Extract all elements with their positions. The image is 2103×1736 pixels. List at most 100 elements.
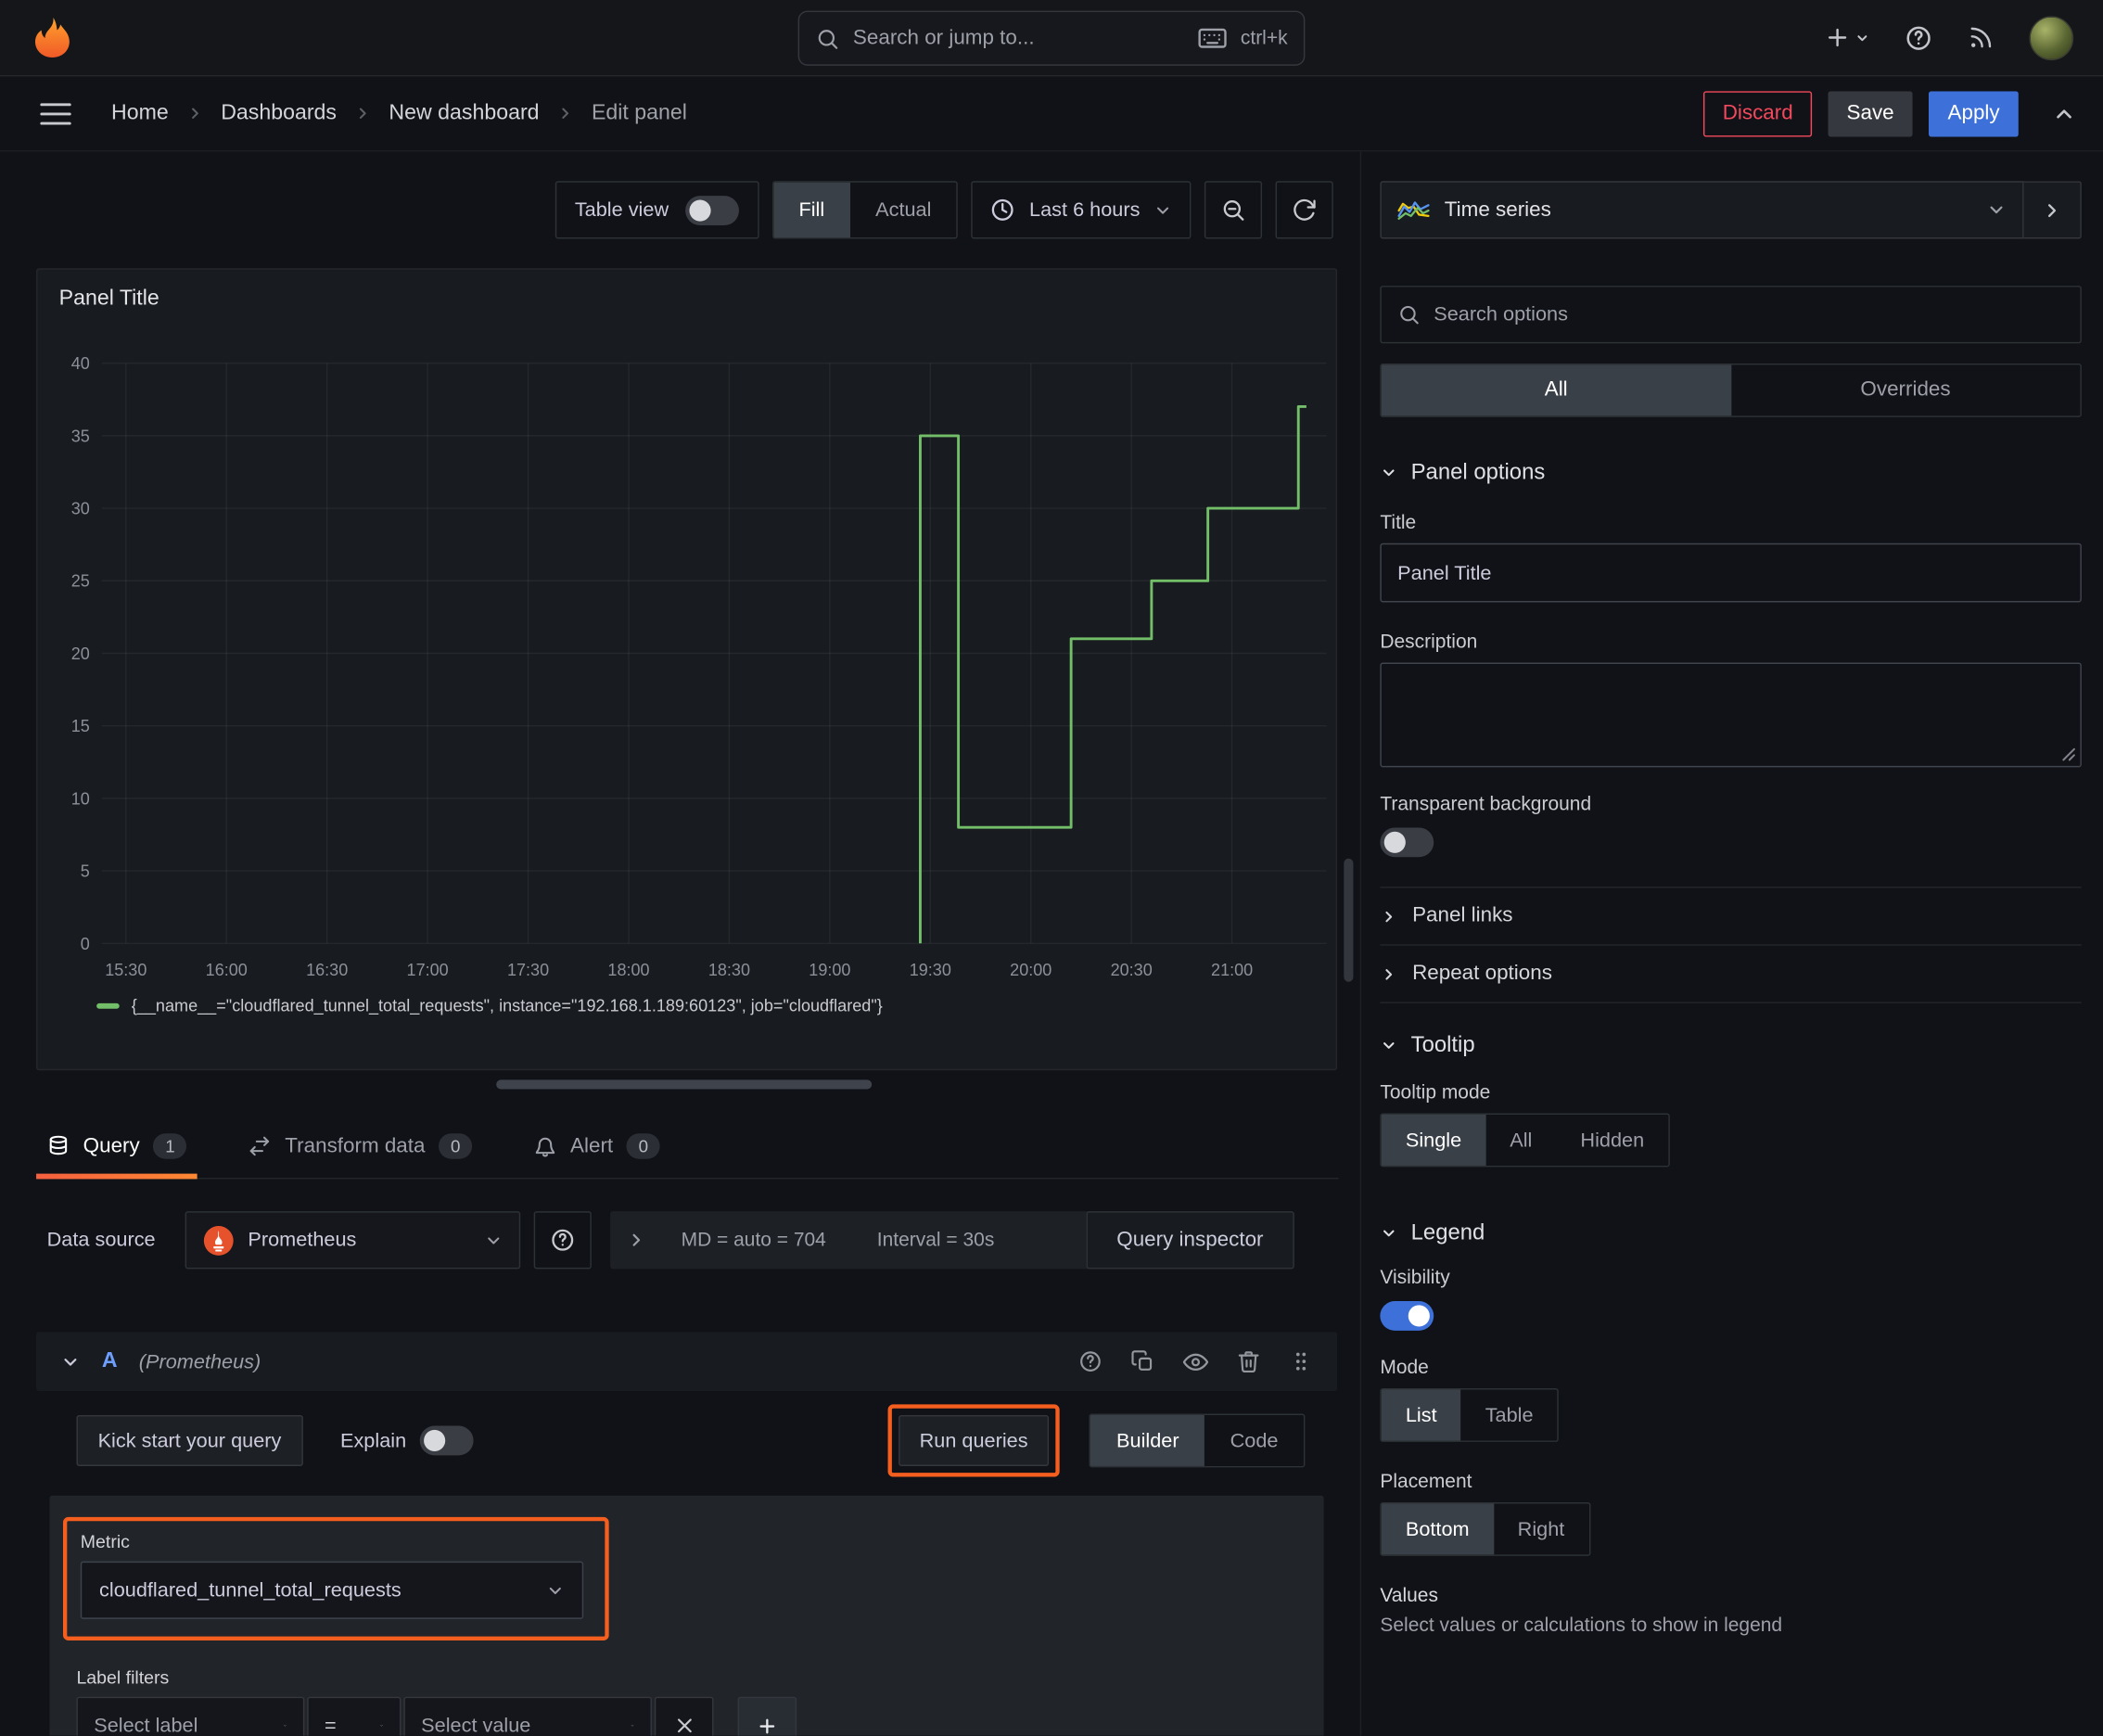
query-builder-editor: Metric cloudflared_tunnel_total_requests… (49, 1495, 1324, 1736)
discard-button[interactable]: Discard (1703, 90, 1812, 136)
zoom-out-button[interactable] (1204, 181, 1263, 239)
panel-title-input[interactable] (1380, 542, 2082, 603)
query-inspector-button[interactable]: Query inspector (1085, 1211, 1294, 1270)
options-search-input[interactable] (1434, 302, 2065, 326)
refresh-icon (1294, 198, 1316, 221)
tab-alert[interactable]: Alert 0 (523, 1115, 670, 1178)
legend-mode-list[interactable]: List (1381, 1389, 1461, 1441)
global-search-input[interactable] (852, 26, 1185, 51)
fill-actual-switch: Fill Actual (771, 181, 959, 239)
code-option[interactable]: Code (1204, 1415, 1304, 1466)
save-button[interactable]: Save (1828, 90, 1913, 136)
svg-text:5: 5 (81, 862, 90, 881)
breadcrumb-home[interactable]: Home (111, 101, 169, 125)
select-label-dropdown[interactable]: Select label (76, 1696, 305, 1736)
duplicate-icon[interactable] (1130, 1349, 1154, 1373)
fill-option[interactable]: Fill (772, 182, 850, 238)
new-menu-button[interactable] (1824, 24, 1869, 51)
breadcrumb-edit-panel: Edit panel (591, 101, 687, 124)
actual-option[interactable]: Actual (850, 183, 957, 237)
vertical-scrollbar[interactable] (1344, 858, 1354, 982)
options-search[interactable] (1380, 286, 2082, 344)
select-value-dropdown[interactable]: Select value (403, 1696, 652, 1736)
menu-toggle-icon[interactable] (40, 102, 71, 124)
visualization-picker[interactable]: Time series (1380, 181, 2024, 239)
panel-links-section[interactable]: Panel links (1380, 888, 2081, 945)
time-range-picker[interactable]: Last 6 hours (971, 181, 1192, 239)
legend-visibility-toggle[interactable] (1380, 1301, 1434, 1331)
transform-icon (250, 1136, 270, 1156)
drag-handle-icon[interactable] (1289, 1349, 1313, 1373)
placement-right[interactable]: Right (1494, 1503, 1589, 1554)
tab-overrides[interactable]: Overrides (1731, 364, 2081, 415)
tab-all[interactable]: All (1381, 364, 1731, 416)
legend-placement-group: Bottom Right (1380, 1502, 1590, 1556)
transparent-background-label: Transparent background (1380, 794, 1592, 816)
chevron-down-icon (1990, 206, 2003, 214)
placement-bottom[interactable]: Bottom (1381, 1503, 1494, 1555)
horizontal-scrollbar[interactable] (496, 1079, 873, 1090)
svg-text:16:00: 16:00 (206, 961, 248, 979)
tooltip-mode-single[interactable]: Single (1381, 1114, 1486, 1166)
legend-series-name[interactable]: {__name__="cloudflared_tunnel_total_requ… (132, 997, 883, 1015)
user-avatar[interactable] (2029, 15, 2074, 60)
datasource-name: Prometheus (248, 1228, 357, 1252)
repeat-options-label: Repeat options (1412, 962, 1552, 985)
global-search[interactable]: ctrl+k (797, 10, 1306, 66)
refresh-button[interactable] (1275, 181, 1333, 239)
explain-toggle[interactable] (419, 1425, 474, 1456)
builder-code-switch: Builder Code (1090, 1413, 1306, 1468)
panel-options-header[interactable]: Panel options (1380, 460, 2081, 485)
svg-text:15:30: 15:30 (105, 961, 147, 979)
svg-text:21:00: 21:00 (1211, 961, 1253, 979)
kick-start-query-button[interactable]: Kick start your query (76, 1414, 303, 1466)
metric-label: Metric (80, 1531, 130, 1552)
tooltip-mode-group: Single All Hidden (1380, 1113, 1670, 1168)
table-view-toggle[interactable] (684, 195, 739, 225)
eye-icon[interactable] (1182, 1348, 1209, 1373)
tooltip-mode-all[interactable]: All (1485, 1115, 1556, 1166)
news-icon[interactable] (1968, 24, 1995, 51)
operator-dropdown[interactable]: = (307, 1696, 401, 1736)
builder-option[interactable]: Builder (1090, 1414, 1205, 1466)
grafana-logo[interactable] (30, 15, 75, 60)
chart-legend: {__name__="cloudflared_tunnel_total_requ… (96, 997, 883, 1015)
tab-transform-data[interactable]: Transform data 0 (238, 1115, 483, 1178)
svg-text:25: 25 (71, 572, 90, 591)
question-circle-icon[interactable] (1078, 1349, 1102, 1373)
help-icon[interactable] (1905, 23, 1932, 51)
svg-text:20:30: 20:30 (1111, 961, 1153, 979)
description-textarea[interactable] (1380, 662, 2082, 768)
tooltip-mode-hidden[interactable]: Hidden (1556, 1115, 1668, 1166)
select-value-placeholder: Select value (421, 1714, 531, 1736)
query-options-strip: MD = auto = 704 Interval = 30s Query ins… (609, 1211, 1294, 1270)
query-row-header[interactable]: A (Prometheus) (36, 1332, 1338, 1391)
datasource-help-button[interactable] (533, 1211, 592, 1270)
metric-select[interactable]: cloudflared_tunnel_total_requests (80, 1561, 584, 1619)
run-queries-button[interactable]: Run queries (898, 1414, 1050, 1466)
apply-button[interactable]: Apply (1929, 90, 2019, 136)
clock-icon (992, 198, 1014, 221)
legend-mode-table[interactable]: Table (1461, 1390, 1558, 1441)
tab-query[interactable]: Query 1 (36, 1115, 198, 1180)
breadcrumb-new-dashboard[interactable]: New dashboard (389, 101, 539, 125)
chevron-down-icon[interactable] (60, 1351, 81, 1372)
legend-header[interactable]: Legend (1380, 1220, 2081, 1245)
trash-icon[interactable] (1237, 1349, 1261, 1373)
add-filter-button[interactable] (737, 1696, 797, 1736)
remove-filter-button[interactable] (654, 1696, 714, 1736)
visualization-name: Time series (1444, 198, 1551, 221)
chevron-up-icon[interactable] (2052, 101, 2076, 125)
transparent-background-toggle[interactable] (1380, 827, 1434, 858)
tooltip-header[interactable]: Tooltip (1380, 1033, 2081, 1058)
tab-alert-label: Alert (570, 1133, 614, 1157)
repeat-options-section[interactable]: Repeat options (1380, 946, 2081, 1002)
breadcrumb-dashboards[interactable]: Dashboards (221, 101, 337, 125)
tab-transform-label: Transform data (285, 1133, 426, 1157)
chevron-right-icon[interactable] (626, 1230, 646, 1250)
svg-text:10: 10 (71, 789, 90, 808)
plus-icon (1828, 28, 1847, 47)
datasource-picker[interactable]: Prometheus (185, 1211, 521, 1270)
viz-suggestions-button[interactable] (2023, 181, 2082, 239)
resize-grip-icon[interactable] (2060, 746, 2076, 761)
